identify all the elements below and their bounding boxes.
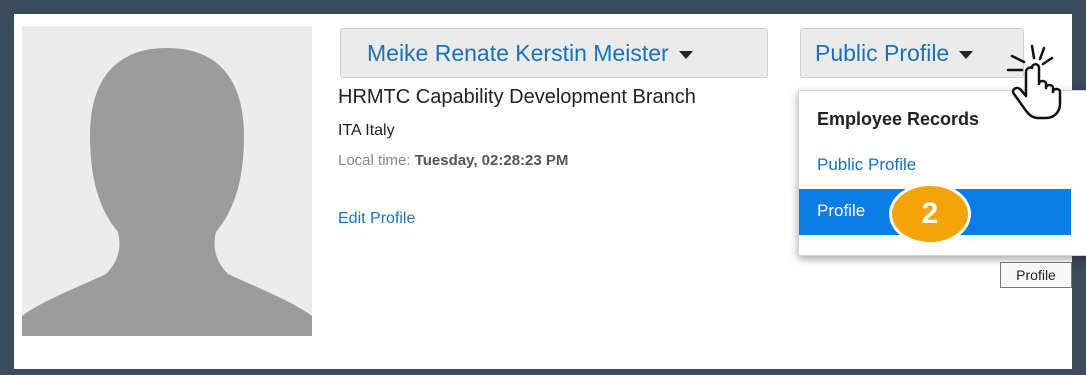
profile-photo <box>22 26 312 336</box>
employee-name-dropdown[interactable]: Meike Renate Kerstin Meister <box>340 28 768 78</box>
menu-section-header: Employee Records <box>817 109 980 129</box>
hand-pointer-click-icon <box>1006 44 1062 120</box>
profile-view-label: Public Profile <box>815 39 950 66</box>
edit-profile-link[interactable]: Edit Profile <box>338 210 415 228</box>
country-text: ITA Italy <box>338 122 395 139</box>
local-time-value: Tuesday, 02:28:23 PM <box>414 152 569 169</box>
employee-name-label: Meike Renate Kerstin Meister <box>367 39 669 66</box>
menu-item-profile-label: Profile <box>817 201 866 220</box>
avatar-silhouette-icon <box>22 48 312 336</box>
department-text: HRMTC Capability Development Branch <box>338 86 696 108</box>
local-time: Local time: Tuesday, 02:28:23 PM <box>338 152 568 169</box>
step-number-badge: 2 <box>892 186 968 242</box>
local-time-label: Local time: <box>338 152 411 169</box>
menu-item-public-profile[interactable]: Public Profile <box>817 155 916 175</box>
profile-view-dropdown[interactable]: Public Profile <box>800 28 1024 78</box>
profile-tooltip: Profile <box>1000 262 1072 288</box>
chevron-down-icon <box>678 51 693 59</box>
chevron-down-icon <box>959 51 974 59</box>
